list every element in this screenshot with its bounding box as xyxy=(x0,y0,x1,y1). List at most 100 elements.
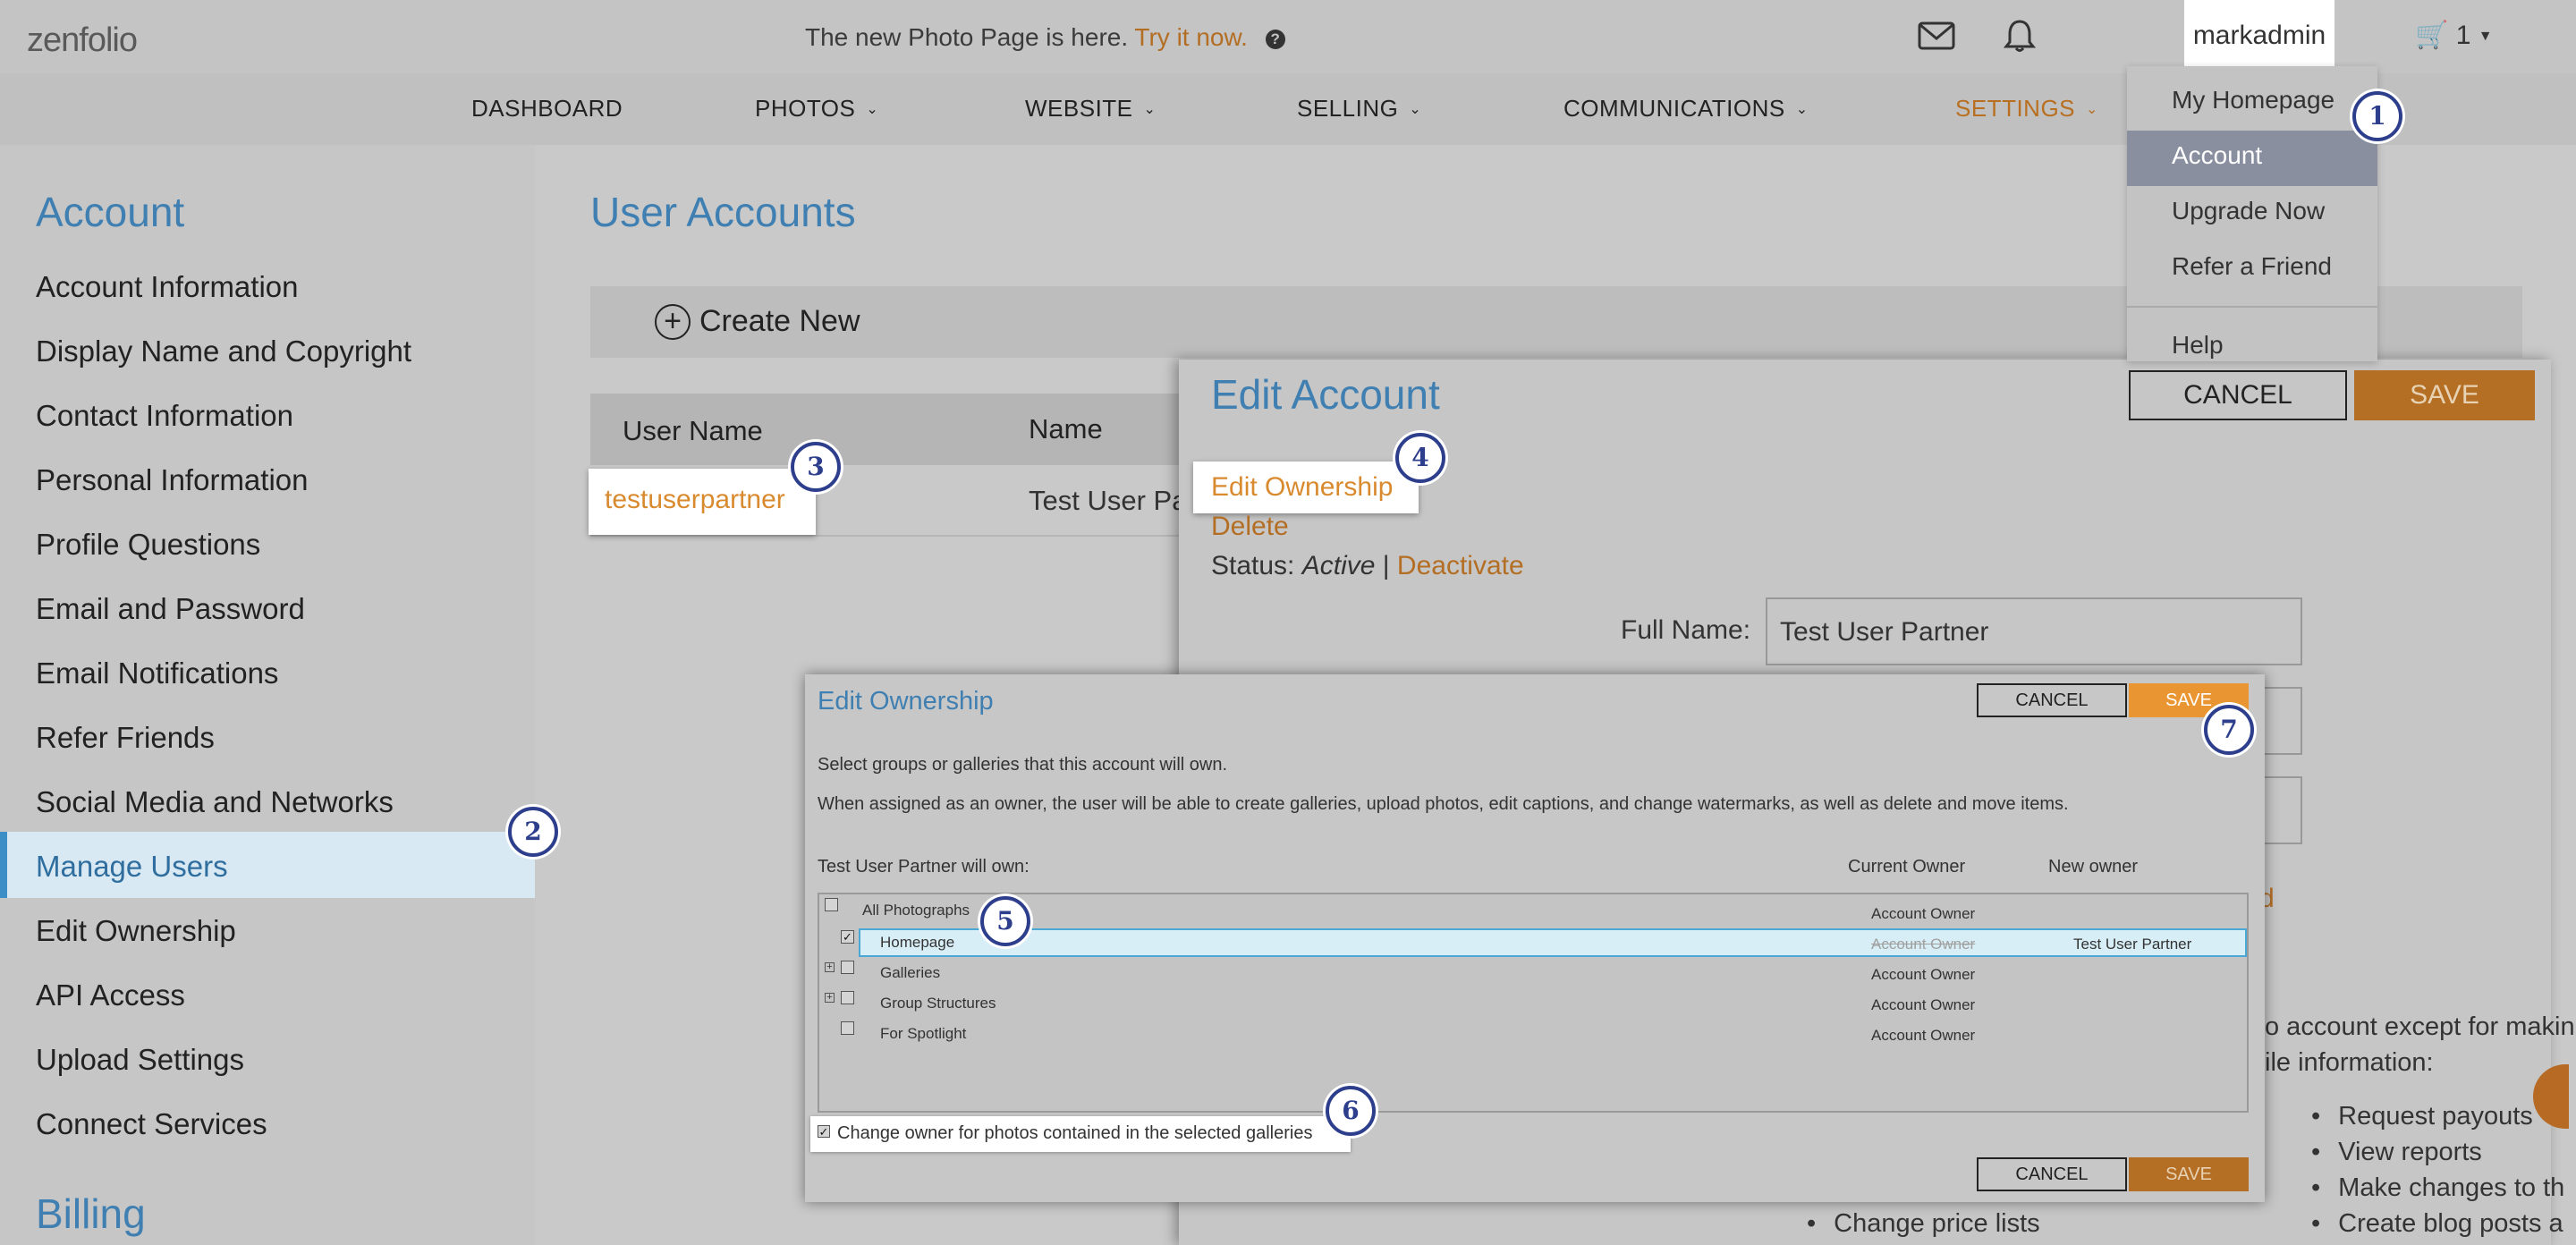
status-line: Status: Active | Deactivate xyxy=(1211,551,1524,581)
edit-account-save-button[interactable]: SAVE xyxy=(2354,370,2535,420)
menu-item-refer-friend[interactable]: Refer a Friend xyxy=(2172,252,2332,281)
sidebar-item-email-notifications[interactable]: Email Notifications xyxy=(36,656,278,690)
step-badge-4: 4 xyxy=(1395,433,1445,483)
zenfolio-logo[interactable]: zenfolio xyxy=(27,21,138,60)
sidebar-item-contact-information[interactable]: Contact Information xyxy=(36,399,293,433)
fullname-input[interactable]: Test User Partner xyxy=(1766,597,2302,665)
nav-dashboard[interactable]: DASHBOARD xyxy=(471,95,623,123)
permissions-description: o account except for makin xyxy=(2265,1012,2575,1041)
tree-item-current-owner: Account Owner xyxy=(1871,966,1976,983)
column-header-name[interactable]: Name xyxy=(1029,413,1103,445)
permissions-description: ile information: xyxy=(2265,1048,2434,1077)
tree-item-new-owner: Test User Partner xyxy=(2073,936,2192,953)
change-owner-checkbox[interactable]: ✓ xyxy=(818,1125,830,1138)
permission-bullet: View reports xyxy=(2311,1138,2482,1167)
username-link[interactable]: testuserpartner xyxy=(605,485,785,515)
sidebar-item-personal-information[interactable]: Personal Information xyxy=(36,463,309,497)
cart-button[interactable]: 🛒 1 ▼ xyxy=(2415,20,2493,51)
announcement-banner: The new Photo Page is here. Try it now. … xyxy=(805,23,1285,52)
nav-photos[interactable]: PHOTOS ⌄ xyxy=(755,95,878,123)
sidebar-item-upload-settings[interactable]: Upload Settings xyxy=(36,1043,244,1077)
checkbox-for-spotlight[interactable] xyxy=(841,1021,854,1035)
edit-account-cancel-button[interactable]: CANCEL xyxy=(2129,370,2347,420)
ownership-save-button-bottom[interactable]: SAVE xyxy=(2129,1157,2249,1191)
tree-item-label[interactable]: Galleries xyxy=(880,964,940,982)
menu-item-help[interactable]: Help xyxy=(2172,331,2224,360)
sidebar-item-display-name[interactable]: Display Name and Copyright xyxy=(36,335,411,368)
sidebar-item-edit-ownership[interactable]: Edit Ownership xyxy=(36,914,236,948)
tree-row-selected[interactable] xyxy=(859,928,2247,957)
ownership-description: When assigned as an owner, the user will… xyxy=(818,794,2069,814)
sidebar-item-profile-questions[interactable]: Profile Questions xyxy=(36,528,260,562)
sidebar-item-account-information[interactable]: Account Information xyxy=(36,270,299,304)
fullname-label: Full Name: xyxy=(1621,615,1751,645)
ownership-cancel-button-bottom[interactable]: CANCEL xyxy=(1977,1157,2127,1191)
sidebar-item-social-media[interactable]: Social Media and Networks xyxy=(36,785,394,819)
menu-item-account[interactable]: Account xyxy=(2172,141,2262,170)
try-it-now-link[interactable]: Try it now. xyxy=(1134,23,1248,51)
nav-settings[interactable]: SETTINGS ⌄ xyxy=(1955,95,2098,123)
nav-website[interactable]: WEBSITE ⌄ xyxy=(1025,95,1156,123)
checkbox-group-structures[interactable] xyxy=(841,991,854,1004)
ownership-cancel-button[interactable]: CANCEL xyxy=(1977,683,2127,717)
nav-communications[interactable]: COMMUNICATIONS ⌄ xyxy=(1563,95,1809,123)
status-label: Status: xyxy=(1211,551,1295,580)
mail-icon[interactable] xyxy=(1918,21,1955,50)
cart-icon: 🛒 xyxy=(2415,21,2449,50)
sidebar-item-email-password[interactable]: Email and Password xyxy=(36,592,305,626)
step-badge-3: 3 xyxy=(791,442,841,492)
table-cell-name: Test User Pa xyxy=(1029,485,1188,516)
settings-sidebar xyxy=(0,145,535,1245)
sidebar-item-connect-services[interactable]: Connect Services xyxy=(36,1107,267,1141)
user-menu-button[interactable]: markadmin ▼ xyxy=(2184,0,2334,116)
caret-down-icon: ▼ xyxy=(2478,29,2493,44)
edit-ownership-link[interactable]: Edit Ownership xyxy=(1211,472,1393,503)
tree-item-current-owner-struck: Account Owner xyxy=(1871,936,1976,953)
permission-bullet: Create blog posts a xyxy=(2311,1209,2563,1239)
sidebar-heading-billing[interactable]: Billing xyxy=(36,1190,146,1238)
permission-bullet: Make changes to th xyxy=(2311,1173,2564,1203)
sidebar-item-refer-friends[interactable]: Refer Friends xyxy=(36,721,215,755)
tree-item-label[interactable]: Homepage xyxy=(880,934,954,952)
step-badge-1: 1 xyxy=(2352,91,2402,141)
deactivate-link[interactable]: Deactivate xyxy=(1397,551,1524,580)
create-new-button[interactable]: Create New xyxy=(699,304,860,339)
username-label: markadmin xyxy=(2192,21,2326,50)
tree-item-label[interactable]: All Photographs xyxy=(862,902,970,919)
checkbox-all-photographs[interactable] xyxy=(825,898,838,911)
cart-count: 1 xyxy=(2455,21,2471,50)
sidebar-item-api-access[interactable]: API Access xyxy=(36,978,185,1012)
help-icon[interactable]: ? xyxy=(1265,30,1285,49)
checkbox-galleries[interactable] xyxy=(841,961,854,974)
expand-plus-icon[interactable]: + xyxy=(825,993,835,1003)
step-badge-6: 6 xyxy=(1326,1086,1376,1136)
tree-item-label[interactable]: For Spotlight xyxy=(880,1025,966,1043)
permission-bullet: Change price lists xyxy=(1807,1209,2040,1239)
tree-item-current-owner: Account Owner xyxy=(1871,905,1976,922)
bell-icon[interactable] xyxy=(2002,18,2038,54)
status-value: Active xyxy=(1301,551,1376,580)
edit-account-title: Edit Account xyxy=(1211,371,1440,418)
expand-plus-icon[interactable]: + xyxy=(825,962,835,972)
step-badge-2: 2 xyxy=(508,807,558,857)
menu-item-upgrade-now[interactable]: Upgrade Now xyxy=(2172,197,2325,225)
plus-circle-icon[interactable]: + xyxy=(655,304,691,340)
edit-ownership-title: Edit Ownership xyxy=(818,687,994,716)
menu-item-my-homepage[interactable]: My Homepage xyxy=(2172,86,2334,114)
tree-item-current-owner: Account Owner xyxy=(1871,996,1976,1013)
status-separator: | xyxy=(1382,551,1390,580)
page-title: User Accounts xyxy=(590,189,856,235)
column-header-current-owner: Current Owner xyxy=(1848,857,1966,877)
checkbox-homepage[interactable]: ✓ xyxy=(841,930,854,944)
ownership-tree xyxy=(818,893,2249,1113)
step-badge-5: 5 xyxy=(980,896,1030,946)
sidebar-heading-account: Account xyxy=(36,189,185,235)
nav-selling[interactable]: SELLING ⌄ xyxy=(1297,95,1421,123)
delete-link[interactable]: Delete xyxy=(1211,512,1289,542)
column-header-username[interactable]: User Name xyxy=(623,415,763,447)
sidebar-item-manage-users[interactable]: Manage Users xyxy=(36,850,228,884)
tree-item-current-owner: Account Owner xyxy=(1871,1027,1976,1044)
change-owner-label[interactable]: Change owner for photos contained in the… xyxy=(837,1123,1312,1144)
ownership-instructions: Select groups or galleries that this acc… xyxy=(818,755,1228,775)
tree-item-label[interactable]: Group Structures xyxy=(880,995,996,1012)
